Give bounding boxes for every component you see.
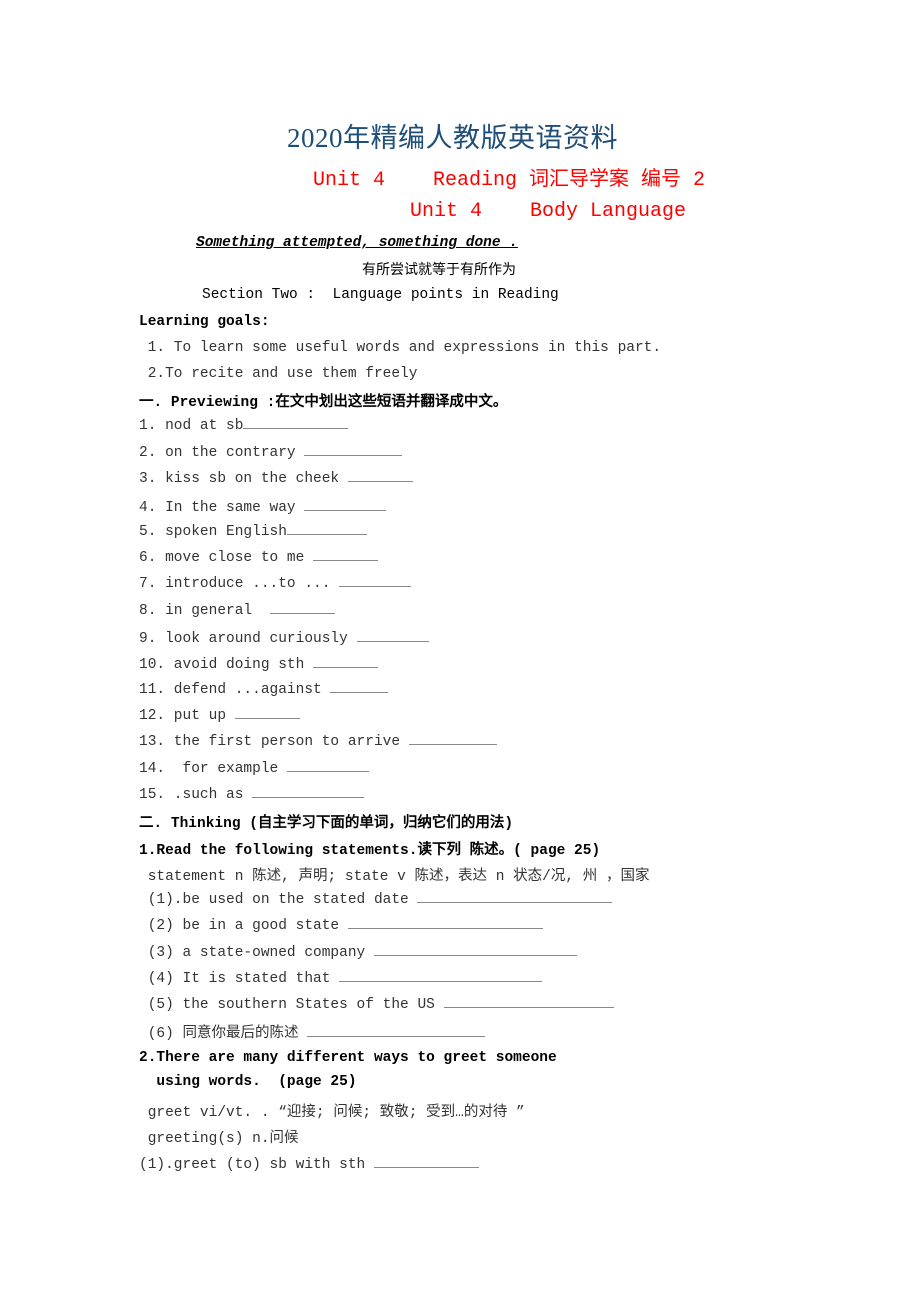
answer-blank[interactable]: [243, 416, 349, 429]
phrase-item: 14. for example: [139, 759, 369, 777]
answer-blank[interactable]: [347, 469, 413, 482]
answer-blank[interactable]: [373, 1155, 479, 1168]
previewing-heading: 一. Previewing :在文中划出这些短语并翻译成中文。: [139, 395, 508, 411]
answer-blank[interactable]: [307, 1024, 486, 1037]
statement-item: (5) the southern States of the US: [139, 995, 614, 1013]
answer-blank[interactable]: [443, 995, 614, 1008]
statement-item: (6) 同意你最后的陈述: [139, 1021, 486, 1042]
statement-item-text: (3) a state-owned company: [139, 945, 374, 961]
phrase-item: 4. In the same way: [139, 498, 387, 516]
statement-item: (4) It is stated that: [139, 969, 543, 987]
answer-blank[interactable]: [408, 732, 497, 745]
phrase-item: 8. in general: [139, 601, 335, 619]
answer-blank[interactable]: [286, 522, 367, 535]
motto-english: Something attempted, something done .: [196, 235, 518, 251]
answer-blank[interactable]: [356, 629, 429, 642]
statement-item: (2) be in a good state: [139, 916, 543, 934]
statement-item-text: (2) be in a good state: [139, 918, 348, 934]
phrase-item-text: 3. kiss sb on the cheek: [139, 471, 348, 487]
phrase-item: 9. look around curiously: [139, 629, 429, 647]
phrase-item-text: 13. the first person to arrive: [139, 734, 409, 750]
phrase-item-text: 11. defend ...against: [139, 682, 331, 698]
question-2-heading: 2.There are many different ways to greet…: [139, 1050, 557, 1066]
answer-blank[interactable]: [339, 969, 543, 982]
phrase-item: 12. put up: [139, 706, 300, 724]
answer-blank[interactable]: [417, 890, 613, 903]
statement-note: statement n 陈述, 声明; state v 陈述，表达 n 状态/况…: [139, 869, 650, 885]
phrase-item-text: 7. introduce ...to ...: [139, 576, 340, 592]
greeting-note: greeting(s) n.问候: [139, 1131, 299, 1147]
motto-chinese: 有所尝试就等于有所作为: [362, 262, 516, 278]
statement-item-text: (5) the southern States of the US: [139, 997, 444, 1013]
phrase-item-text: 14. for example: [139, 761, 287, 777]
unit-title: Unit 4 Body Language: [410, 200, 687, 223]
answer-blank[interactable]: [339, 574, 412, 587]
answer-blank[interactable]: [304, 443, 403, 456]
phrase-item-text: 15. .such as: [139, 787, 253, 803]
answer-blank[interactable]: [347, 916, 543, 929]
greet-item-text: (1).greet (to) sb with sth: [139, 1157, 374, 1173]
learning-goals-heading: Learning goals:: [139, 314, 270, 330]
thinking-heading: 二. Thinking (自主学习下面的单词，归纳它们的用法): [139, 816, 514, 832]
phrase-item: 5. spoken English: [139, 522, 367, 540]
answer-blank[interactable]: [269, 601, 335, 614]
answer-blank[interactable]: [330, 680, 389, 693]
phrase-item-text: 10. avoid doing sth: [139, 657, 314, 673]
phrase-item: 2. on the contrary: [139, 443, 403, 461]
statement-item-text: (6) 同意你最后的陈述: [139, 1026, 308, 1042]
phrase-item: 3. kiss sb on the cheek: [139, 469, 413, 487]
answer-blank[interactable]: [313, 548, 379, 561]
phrase-item-text: 8. in general: [139, 603, 270, 619]
question-2-heading-cont: using words. (page 25): [139, 1074, 357, 1090]
phrase-item: 13. the first person to arrive: [139, 732, 497, 750]
statement-item-text: (4) It is stated that: [139, 971, 340, 987]
phrase-item-text: 1. nod at sb: [139, 418, 244, 434]
answer-blank[interactable]: [234, 706, 300, 719]
phrase-item-text: 2. on the contrary: [139, 445, 305, 461]
phrase-item-text: 12. put up: [139, 708, 235, 724]
document-subtitle: Unit 4 Reading 词汇导学案 编号 2: [313, 169, 706, 192]
answer-blank[interactable]: [252, 785, 365, 798]
phrase-item-text: 9. look around curiously: [139, 631, 357, 647]
answer-blank[interactable]: [286, 759, 369, 772]
statement-item: (3) a state-owned company: [139, 943, 577, 961]
phrase-item: 1. nod at sb: [139, 416, 349, 434]
phrase-item: 15. .such as: [139, 785, 365, 803]
goal-item: 2.To recite and use them freely: [139, 366, 418, 382]
answer-blank[interactable]: [313, 655, 379, 668]
section-heading: Section Two : Language points in Reading: [202, 287, 559, 303]
answer-blank[interactable]: [304, 498, 387, 511]
goal-item: 1. To learn some useful words and expres…: [139, 340, 662, 356]
statement-item-text: (1).be used on the stated date: [139, 892, 418, 908]
statement-item: (1).be used on the stated date: [139, 890, 613, 908]
question-1-heading: 1.Read the following statements.读下列 陈述。(…: [139, 843, 601, 859]
phrase-item: 10. avoid doing sth: [139, 655, 379, 673]
phrase-item: 11. defend ...against: [139, 680, 389, 698]
greet-item: (1).greet (to) sb with sth: [139, 1155, 479, 1173]
document-title: 2020年精编人教版英语资料: [287, 123, 618, 153]
greet-note: greet vi/vt. . “迎接; 问候; 致敬; 受到…的对待 ”: [139, 1105, 525, 1121]
phrase-item: 7. introduce ...to ...: [139, 574, 412, 592]
phrase-item-text: 4. In the same way: [139, 500, 305, 516]
phrase-item-text: 5. spoken English: [139, 524, 287, 540]
phrase-item: 6. move close to me: [139, 548, 379, 566]
phrase-item-text: 6. move close to me: [139, 550, 314, 566]
answer-blank[interactable]: [373, 943, 577, 956]
